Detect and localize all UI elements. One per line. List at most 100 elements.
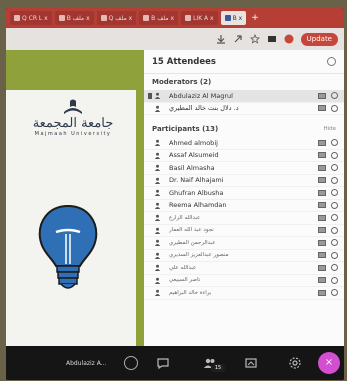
- participant-row[interactable]: Assaf Alsumeid: [144, 150, 344, 162]
- tab-favicon-icon: [58, 15, 65, 21]
- microphone-icon[interactable]: [318, 152, 326, 159]
- options-icon[interactable]: [331, 189, 338, 197]
- microphone-icon[interactable]: [318, 289, 326, 296]
- participants-heading-label: Participants (13): [152, 125, 219, 133]
- settings-gear-icon[interactable]: [288, 356, 302, 370]
- microphone-icon[interactable]: [318, 214, 326, 221]
- microphone-icon[interactable]: [318, 177, 326, 184]
- person-icon: [154, 264, 161, 272]
- participant-row[interactable]: Reema Alhamdan: [144, 200, 344, 212]
- panel-menu-icon[interactable]: [327, 57, 336, 66]
- profile-avatar-icon[interactable]: [284, 34, 294, 44]
- participant-row[interactable]: نجود عبد الله العمار: [144, 225, 344, 237]
- participant-row[interactable]: ناصر السبيعي: [144, 275, 344, 287]
- browser-tab[interactable]: B ملف x: [139, 11, 179, 25]
- attendee-name: Assaf Alsumeid: [169, 151, 219, 160]
- person-icon: [154, 277, 161, 284]
- browser-tab-bar: Q CR L x B ملف x Q ملف x B ملف x LIK A x…: [6, 8, 344, 28]
- tab-favicon-icon: [224, 15, 231, 21]
- person-icon: [154, 289, 161, 297]
- microphone-icon[interactable]: [318, 189, 326, 196]
- moderators-heading-label: Moderators (2): [152, 78, 212, 86]
- tab-label: Q ملف x: [108, 14, 133, 22]
- microphone-icon[interactable]: [318, 105, 326, 112]
- screen: Q CR L x B ملف x Q ملف x B ملف x LIK A x…: [6, 8, 344, 380]
- whiteboard-icon[interactable]: [244, 356, 258, 370]
- attendee-name: براءة خالد البراهيم: [169, 289, 212, 296]
- browser-tab[interactable]: Q ملف x: [96, 11, 137, 25]
- extensions-icon[interactable]: [267, 34, 277, 44]
- presentation-slide: جامعة المجمعة Majmaah University: [6, 90, 136, 346]
- microphone-icon[interactable]: [318, 227, 326, 234]
- options-icon[interactable]: [331, 276, 338, 284]
- browser-tab[interactable]: LIK A x: [181, 11, 218, 25]
- moderator-row[interactable]: Abdulaziz Al Magrul: [144, 90, 344, 103]
- microphone-icon[interactable]: [318, 264, 326, 271]
- microphone-icon[interactable]: [318, 239, 326, 246]
- person-icon: [154, 189, 161, 197]
- moderator-row[interactable]: د. دلال بنت خالد المطيري: [144, 103, 344, 115]
- participant-row[interactable]: عبدالله علي: [144, 262, 344, 275]
- close-panel-button[interactable]: ×: [318, 352, 340, 374]
- microphone-icon[interactable]: [318, 252, 326, 259]
- participant-row[interactable]: عبدالله الزارع: [144, 212, 344, 225]
- star-icon[interactable]: [249, 34, 260, 44]
- participant-row[interactable]: Basil Almasha: [144, 162, 344, 175]
- options-icon[interactable]: [331, 226, 338, 234]
- tab-label: Q CR L x: [22, 14, 48, 22]
- mic-indicator-icon: [148, 92, 152, 99]
- options-icon[interactable]: [331, 176, 338, 184]
- attendee-name: Ahmed almobij: [169, 138, 218, 147]
- university-logo: جامعة المجمعة Majmaah University: [14, 98, 132, 138]
- new-tab-button[interactable]: +: [251, 13, 259, 23]
- browser-tab[interactable]: Q CR L x: [10, 11, 52, 25]
- microphone-icon[interactable]: [318, 202, 326, 209]
- presentation-area: جامعة المجمعة Majmaah University: [6, 50, 144, 346]
- options-icon[interactable]: [331, 92, 338, 100]
- share-icon[interactable]: [233, 34, 243, 44]
- person-icon: [154, 177, 161, 184]
- microphone-icon[interactable]: [318, 277, 326, 284]
- microphone-icon[interactable]: [318, 92, 326, 99]
- options-icon[interactable]: [331, 139, 338, 147]
- university-name-latin: Majmaah University: [34, 131, 112, 137]
- presenter-status-icon[interactable]: [124, 356, 138, 370]
- options-icon[interactable]: [331, 214, 338, 222]
- person-icon: [154, 139, 161, 147]
- tab-label: LIK A x: [193, 14, 214, 22]
- options-icon[interactable]: [331, 289, 338, 297]
- options-icon[interactable]: [331, 104, 338, 112]
- attendee-name: Basil Almasha: [169, 163, 215, 172]
- download-icon[interactable]: [216, 34, 226, 44]
- tab-label: B x: [232, 14, 243, 22]
- microphone-icon[interactable]: [318, 164, 326, 171]
- participant-row[interactable]: براءة خالد البراهيم: [144, 287, 344, 300]
- update-button[interactable]: Update: [300, 32, 338, 46]
- microphone-icon[interactable]: [318, 139, 326, 146]
- participant-row[interactable]: منصور عبدالعزيز السديري: [144, 250, 344, 262]
- person-icon: [154, 227, 161, 234]
- participant-row[interactable]: Ghufran Albusha: [144, 187, 344, 200]
- options-icon[interactable]: [331, 251, 338, 259]
- chat-icon[interactable]: [156, 356, 170, 370]
- attendee-name: Dr. Naif Alhajami: [169, 176, 224, 185]
- options-icon[interactable]: [331, 164, 338, 172]
- attendee-name: عبدالله علي: [169, 264, 197, 271]
- browser-tab[interactable]: B ملف x: [54, 11, 94, 25]
- person-icon: [154, 164, 161, 172]
- options-icon[interactable]: [331, 151, 338, 159]
- browser-tab-active[interactable]: B x: [220, 11, 247, 25]
- participant-row[interactable]: Ahmed almobij: [144, 137, 344, 150]
- participants-heading: Participants (13) Hide: [144, 121, 344, 137]
- hide-participants-button[interactable]: Hide: [323, 126, 336, 132]
- attendee-name: د. دلال بنت خالد المطيري: [169, 104, 239, 113]
- tab-favicon-icon: [185, 15, 192, 21]
- options-icon[interactable]: [331, 239, 338, 247]
- options-icon[interactable]: [331, 201, 338, 209]
- moderators-heading: Moderators (2): [144, 74, 344, 90]
- options-icon[interactable]: [331, 264, 338, 272]
- attendees-title: 15 Attendees: [152, 56, 216, 67]
- browser-toolbar: Update: [6, 28, 344, 50]
- participant-row[interactable]: عبدالرحمن المطيري: [144, 237, 344, 250]
- participant-row[interactable]: Dr. Naif Alhajami: [144, 175, 344, 187]
